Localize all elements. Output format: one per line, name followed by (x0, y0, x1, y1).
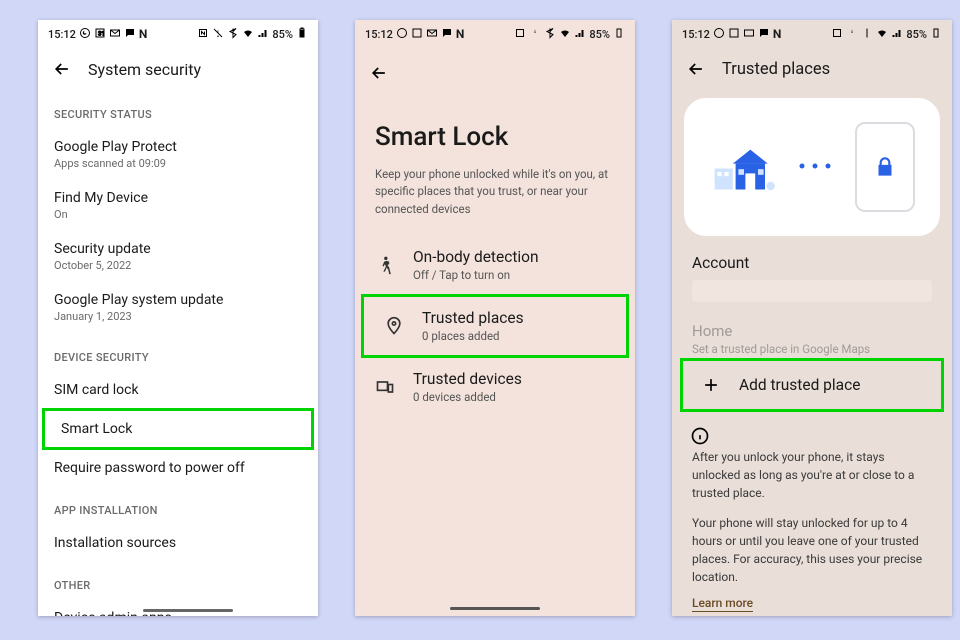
section-device-security: DEVICE SECURITY (38, 333, 318, 372)
row-require-password[interactable]: Require password to power off (38, 450, 318, 486)
nav-bar-handle[interactable] (450, 607, 540, 610)
title-block: Smart Lock (355, 94, 635, 162)
battery-text: 85% (272, 28, 293, 41)
header: Trusted places (672, 48, 952, 90)
whatsapp-icon (396, 27, 408, 42)
page-title: Trusted places (722, 60, 830, 79)
wifi-icon (559, 27, 571, 42)
status-time: 15:12 (682, 28, 710, 41)
nav-bar-handle[interactable] (143, 609, 233, 612)
bluetooth-icon (861, 27, 873, 42)
info-text-2: Your phone will stay unlocked for up to … (672, 512, 952, 586)
battery-icon (930, 27, 942, 42)
gmail-icon (743, 27, 755, 42)
row-device-admin-apps[interactable]: Device admin apps (38, 600, 318, 616)
gmail-icon (109, 27, 121, 42)
row-trusted-places[interactable]: Trusted places0 places added (361, 294, 629, 358)
bluetooth-icon (544, 27, 556, 42)
message-icon (441, 27, 453, 42)
box-icon: 31 (94, 27, 106, 42)
nfc-icon (514, 27, 526, 42)
status-time: 15:12 (365, 28, 393, 41)
back-icon[interactable] (686, 59, 706, 79)
info-text-1: After you unlock your phone, it stays un… (672, 446, 952, 502)
box-icon (411, 27, 423, 42)
devices-icon (375, 377, 395, 397)
bluetooth-icon (227, 27, 239, 42)
signal-icon (257, 27, 269, 42)
status-bar: 15:12 31 N 85% (38, 20, 318, 48)
page-title: System security (88, 60, 201, 79)
plus-icon (701, 375, 721, 395)
section-security-status: SECURITY STATUS (38, 90, 318, 129)
nfc-icon (197, 27, 209, 42)
row-smart-lock[interactable]: Smart Lock (42, 408, 314, 450)
account-value[interactable] (692, 280, 932, 302)
mute-icon (529, 27, 541, 42)
box-icon (728, 27, 740, 42)
wifi-icon (242, 27, 254, 42)
row-find-my-device[interactable]: Find My DeviceOn (38, 180, 318, 231)
section-app-installation: APP INSTALLATION (38, 486, 318, 525)
row-home-place[interactable]: Home Set a trusted place in Google Maps (672, 316, 952, 358)
battery-icon (613, 27, 625, 42)
house-icon (709, 130, 779, 204)
svg-text:31: 31 (98, 30, 105, 37)
page-description: Keep your phone unlocked while it's on y… (355, 162, 635, 236)
battery-icon (296, 27, 308, 42)
whatsapp-icon (713, 27, 725, 42)
n-icon: N (139, 27, 147, 41)
battery-text: 85% (906, 28, 927, 41)
pin-icon (384, 316, 404, 336)
n-icon: N (456, 27, 464, 41)
row-security-update[interactable]: Security updateOctober 5, 2022 (38, 231, 318, 282)
signal-icon (891, 27, 903, 42)
back-icon[interactable] (369, 63, 389, 83)
back-icon[interactable] (52, 59, 72, 79)
phone-lock-icon (855, 122, 915, 212)
dots-icon (797, 159, 837, 175)
nfc-icon (831, 27, 843, 42)
mute-icon (212, 27, 224, 42)
mute-icon (846, 27, 858, 42)
status-time: 15:12 (48, 28, 76, 41)
header (355, 48, 635, 94)
signal-icon (574, 27, 586, 42)
battery-text: 85% (589, 28, 610, 41)
illustration-card (684, 98, 940, 236)
row-play-protect[interactable]: Google Play ProtectApps scanned at 09:09 (38, 129, 318, 180)
message-icon (124, 27, 136, 42)
screen-system-security: 15:12 31 N 85% (38, 20, 318, 616)
message-icon (758, 27, 770, 42)
status-bar: 15:12 N 85% (355, 20, 635, 48)
section-other: OTHER (38, 561, 318, 600)
gmail-icon (426, 27, 438, 42)
whatsapp-icon (79, 27, 91, 42)
page-title: Smart Lock (375, 122, 615, 152)
row-sim-card-lock[interactable]: SIM card lock (38, 372, 318, 408)
info-block (672, 412, 952, 446)
learn-more-link[interactable]: Learn more (692, 596, 753, 612)
status-bar: 15:12 N 85% (672, 20, 952, 48)
row-installation-sources[interactable]: Installation sources (38, 525, 318, 561)
screen-smart-lock: 15:12 N 85% Smart Lock (355, 20, 635, 616)
wifi-icon (876, 27, 888, 42)
row-trusted-devices[interactable]: Trusted devices0 devices added (355, 358, 635, 416)
header: System security (38, 48, 318, 90)
n-icon: N (773, 27, 781, 41)
row-add-trusted-place[interactable]: Add trusted place (680, 358, 944, 412)
row-on-body-detection[interactable]: On-body detectionOff / Tap to turn on (355, 236, 635, 294)
account-label: Account (672, 244, 952, 276)
walk-icon (375, 255, 395, 275)
row-play-system-update[interactable]: Google Play system updateJanuary 1, 2023 (38, 282, 318, 333)
screen-trusted-places: 15:12 N 85% Trusted places (672, 20, 952, 616)
info-icon (690, 426, 710, 446)
